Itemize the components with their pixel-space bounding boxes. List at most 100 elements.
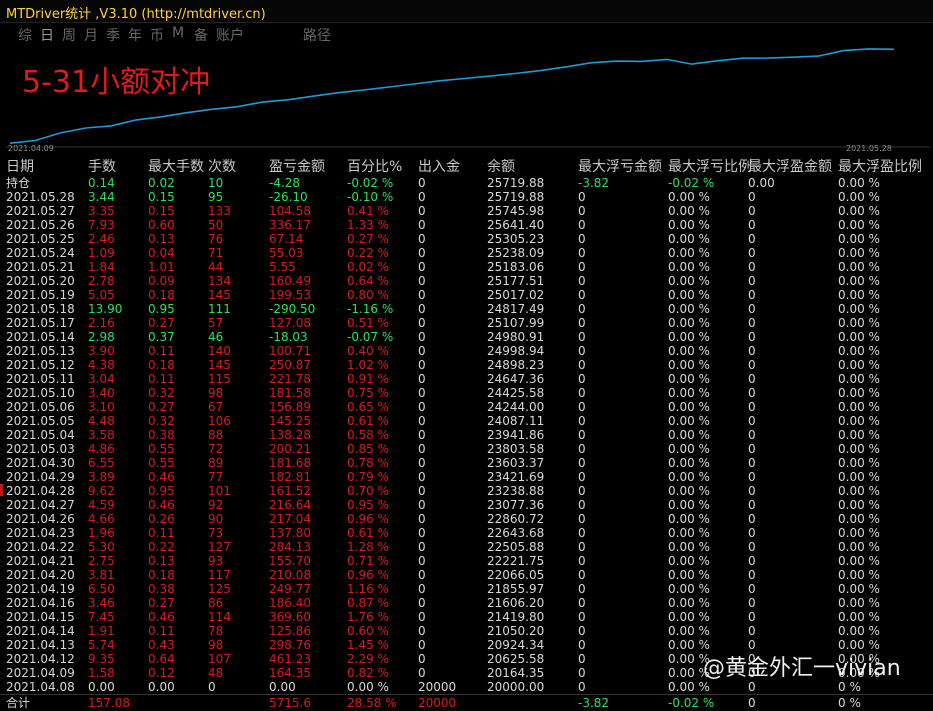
table-row[interactable]: 2021.04.27 4.59 0.46 92 216.64 0.95 % 0 23077.3… — [0, 498, 933, 512]
row-count: 44 — [208, 260, 224, 274]
row-percent: 0.96 % — [347, 568, 389, 582]
row-lots: 2.75 — [88, 554, 115, 568]
row-balance: 20924.34 — [487, 638, 545, 652]
row-max-float-profit: 0 — [748, 568, 756, 582]
row-date: 2021.04.22 — [6, 540, 75, 554]
table-row[interactable]: 2021.04.16 3.46 0.27 86 186.40 0.87 % 0 21606.2… — [0, 596, 933, 610]
table-row[interactable]: 2021.05.26 7.93 0.60 50 336.17 1.33 % 0 25641.4… — [0, 218, 933, 232]
row-max-float-loss: 0 — [578, 624, 586, 638]
table-row[interactable]: 2021.05.12 4.38 0.18 145 250.87 1.02 % 0 24898.… — [0, 358, 933, 372]
row-max-float-profit: 0 — [748, 204, 756, 218]
tab-daily[interactable]: 日 — [40, 25, 54, 45]
table-row[interactable]: 2021.04.15 7.45 0.46 114 369.60 1.76 % 0 21419.… — [0, 610, 933, 624]
row-max-lots: 0.00 — [148, 680, 175, 694]
row-count: 46 — [208, 330, 224, 344]
row-pnl: 138.28 — [269, 428, 311, 442]
table-row[interactable]: 2021.04.29 3.89 0.46 77 182.81 0.79 % 0 23421.6… — [0, 470, 933, 484]
table-row[interactable]: 2021.05.03 4.86 0.55 72 200.21 0.85 % 0 23803.5… — [0, 442, 933, 456]
table-row[interactable]: 2021.05.13 3.90 0.11 140 100.71 0.40 % 0 24998.… — [0, 344, 933, 358]
row-date: 2021.04.12 — [6, 652, 75, 666]
chart-end-date: 2021.05.28 — [846, 144, 892, 153]
row-max-float-profit: 0 — [748, 582, 756, 596]
row-pnl: 181.68 — [269, 456, 311, 470]
tab-yearly[interactable]: 年 — [128, 25, 142, 45]
row-io: 0 — [418, 358, 426, 372]
row-max-lots: 0.13 — [148, 554, 175, 568]
table-row[interactable]: 2021.05.11 3.04 0.11 115 221.78 0.91 % 0 24647.… — [0, 372, 933, 386]
row-percent: 0.96 % — [347, 512, 389, 526]
table-row[interactable]: 2021.05.10 3.40 0.32 98 181.58 0.75 % 0 24425.5… — [0, 386, 933, 400]
row-max-float-profit: 0 — [748, 624, 756, 638]
tab-summary[interactable]: 综 — [18, 25, 32, 45]
table-row[interactable]: 2021.05.17 2.16 0.27 57 127.08 0.51 % 0 25107.9… — [0, 316, 933, 330]
table-row[interactable]: 2021.05.04 3.58 0.38 88 138.28 0.58 % 0 23941.8… — [0, 428, 933, 442]
row-max-float-profit-pct: 0.00 % — [838, 176, 880, 190]
table-row[interactable]: 2021.04.28 9.62 0.95 101 161.52 0.70 % 0 23238.… — [0, 484, 933, 498]
table-row[interactable]: 2021.04.08 0.00 0.00 0 0.00 0.00 % 20000 20000.… — [0, 680, 933, 694]
table-row[interactable]: 2021.04.21 2.75 0.13 93 155.70 0.71 % 0 22221.7… — [0, 554, 933, 568]
row-max-float-profit: 0 — [748, 414, 756, 428]
tab-account[interactable]: 账户 — [216, 25, 244, 45]
row-max-float-profit-pct: 0.00 % — [838, 540, 880, 554]
watermark-text: @黄金外汇一vivian — [703, 656, 901, 681]
table-row[interactable]: 2021.05.25 2.46 0.13 76 67.14 0.27 % 0 25305.23… — [0, 232, 933, 246]
row-max-float-loss-pct: 0.00 % — [668, 428, 710, 442]
row-max-float-loss-pct: 0.00 % — [668, 526, 710, 540]
table-row[interactable]: 2021.04.19 6.50 0.38 125 249.77 1.16 % 0 21855.… — [0, 582, 933, 596]
row-max-float-loss-pct: 0.00 % — [668, 624, 710, 638]
table-row[interactable]: 2021.05.27 3.35 0.15 133 104.58 0.41 % 0 25745.… — [0, 204, 933, 218]
table-row[interactable]: 2021.05.24 1.09 0.04 71 55.03 0.22 % 0 25238.09… — [0, 246, 933, 260]
row-max-float-profit-pct: 0.00 % — [838, 512, 880, 526]
row-max-float-loss-pct: 0.00 % — [668, 568, 710, 582]
row-max-float-profit: 0 — [748, 456, 756, 470]
table-row[interactable]: 持仓 0.14 0.02 10 -4.28 -0.02 % 0 25719.88 -3.82 -0… — [0, 176, 933, 190]
tab-notes[interactable]: 备 — [194, 25, 208, 45]
tab-path[interactable]: 路径 — [303, 25, 331, 45]
row-balance: 25641.40 — [487, 218, 545, 232]
tab-m[interactable]: M — [172, 25, 184, 41]
table-row[interactable]: 2021.04.23 1.96 0.11 73 137.80 0.61 % 0 22643.6… — [0, 526, 933, 540]
table-row[interactable]: 2021.04.20 3.81 0.18 117 210.08 0.96 % 0 22066.… — [0, 568, 933, 582]
row-io: 0 — [418, 512, 426, 526]
tab-quarterly[interactable]: 季 — [106, 25, 120, 45]
row-max-float-profit-pct: 0.00 % — [838, 456, 880, 470]
table-row[interactable]: 2021.05.28 3.44 0.15 95 -26.10 -0.10 % 0 25719.… — [0, 190, 933, 204]
table-row[interactable]: 2021.05.05 4.48 0.32 106 145.25 0.61 % 0 24087.… — [0, 414, 933, 428]
row-pnl: 221.78 — [269, 372, 311, 386]
row-count: 98 — [208, 386, 224, 400]
row-percent: 0.80 % — [347, 288, 389, 302]
row-max-float-loss: 0 — [578, 456, 586, 470]
table-row[interactable]: 2021.04.26 4.66 0.26 90 217.04 0.96 % 0 22860.7… — [0, 512, 933, 526]
col-io: 出入金 — [418, 159, 460, 175]
table-row[interactable]: 2021.05.06 3.10 0.27 67 156.89 0.65 % 0 24244.0… — [0, 400, 933, 414]
tab-weekly[interactable]: 周 — [62, 25, 76, 45]
table-row[interactable]: 2021.05.14 2.98 0.37 46 -18.03 -0.07 % 0 24980.… — [0, 330, 933, 344]
row-max-float-loss: 0 — [578, 204, 586, 218]
tab-currency[interactable]: 币 — [150, 25, 164, 45]
row-count: 48 — [208, 666, 224, 680]
row-balance: 23603.37 — [487, 456, 545, 470]
table-row[interactable]: 2021.05.19 5.05 0.18 145 199.53 0.80 % 0 25017.… — [0, 288, 933, 302]
row-lots: 9.62 — [88, 484, 115, 498]
row-pnl: 55.03 — [269, 246, 304, 260]
row-pnl: 200.21 — [269, 442, 311, 456]
row-percent: 0.87 % — [347, 596, 389, 610]
row-count: 86 — [208, 596, 224, 610]
row-lots: 4.66 — [88, 512, 115, 526]
row-max-float-loss: -3.82 — [578, 176, 610, 190]
row-max-float-loss-pct: 0.00 % — [668, 232, 710, 246]
row-max-float-loss: 0 — [578, 498, 586, 512]
col-lots: 手数 — [88, 159, 116, 175]
table-row[interactable]: 2021.05.18 13.90 0.95 111 -290.50 -1.16 % 0 248… — [0, 302, 933, 316]
row-max-float-profit: 0 — [748, 484, 756, 498]
tab-monthly[interactable]: 月 — [84, 25, 98, 45]
table-row[interactable]: 2021.04.30 6.55 0.55 89 181.68 0.78 % 0 23603.3… — [0, 456, 933, 470]
row-max-float-profit: 0 — [748, 470, 756, 484]
row-max-float-loss-pct: 0.00 % — [668, 372, 710, 386]
table-row[interactable]: 2021.05.20 2.78 0.09 134 160.49 0.64 % 0 25177.… — [0, 274, 933, 288]
row-max-float-profit-pct: 0.00 % — [838, 484, 880, 498]
table-row[interactable]: 2021.05.21 1.84 1.01 44 5.55 0.02 % 0 25183.06 0… — [0, 260, 933, 274]
table-row[interactable]: 2021.04.22 5.30 0.22 127 284.13 1.28 % 0 22505.… — [0, 540, 933, 554]
row-max-lots: 0.26 — [148, 512, 175, 526]
table-row[interactable]: 2021.04.14 1.91 0.11 78 125.86 0.60 % 0 21050.2… — [0, 624, 933, 638]
